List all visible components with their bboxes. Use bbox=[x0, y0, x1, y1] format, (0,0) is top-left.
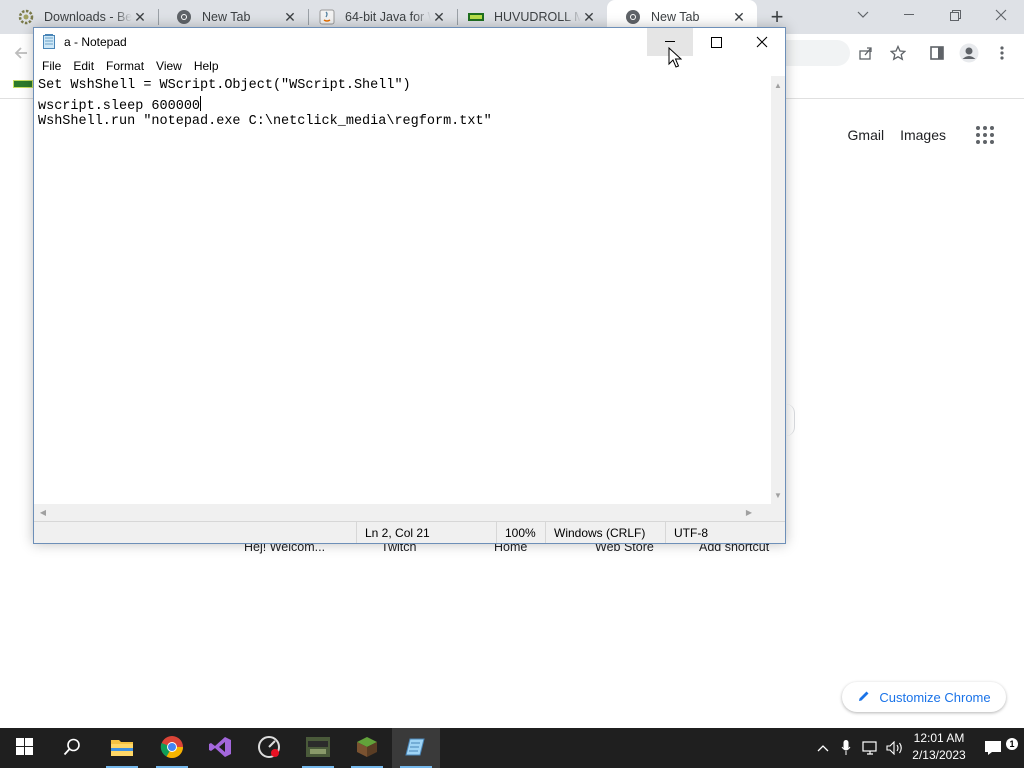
start-button[interactable] bbox=[0, 728, 48, 768]
share-icon[interactable] bbox=[855, 42, 877, 64]
close-button[interactable] bbox=[739, 28, 785, 56]
close-icon[interactable]: ✕ bbox=[132, 9, 148, 25]
images-link[interactable]: Images bbox=[900, 127, 946, 143]
clock-time: 12:01 AM bbox=[913, 731, 965, 745]
system-clock[interactable]: 12:01 AM 2/13/2023 bbox=[906, 730, 972, 766]
menu-format[interactable]: Format bbox=[100, 59, 150, 73]
taskbar-chrome[interactable] bbox=[148, 728, 196, 768]
menu-file[interactable]: File bbox=[36, 59, 67, 73]
search-box-edge bbox=[786, 404, 795, 436]
volume-icon[interactable] bbox=[885, 738, 905, 758]
bookmark-favicon-icon[interactable] bbox=[13, 80, 33, 88]
scroll-right-icon[interactable]: ▶ bbox=[743, 506, 755, 518]
text-line-with-caret: wscript.sleep 600000 bbox=[38, 96, 202, 114]
tab-title: Downloads - Be bbox=[44, 10, 132, 24]
microphone-icon[interactable] bbox=[836, 738, 856, 758]
taskbar-game[interactable] bbox=[294, 728, 342, 768]
settings-favicon-icon bbox=[18, 9, 34, 25]
chevron-up-icon[interactable] bbox=[813, 738, 833, 758]
taskbar-notepad[interactable] bbox=[392, 728, 440, 768]
notepad-window: a - Notepad File Edit Format View Help S… bbox=[33, 27, 786, 544]
horizontal-scrollbar[interactable]: ◀ ▶ bbox=[34, 504, 771, 521]
window-title: a - Notepad bbox=[64, 35, 127, 49]
side-panel-icon[interactable] bbox=[926, 42, 948, 64]
tab-title: New Tab bbox=[202, 10, 251, 24]
notifications-icon[interactable] bbox=[983, 738, 1003, 758]
file-explorer-icon bbox=[110, 737, 134, 760]
status-zoom: 100% bbox=[496, 522, 545, 543]
status-line-ending: Windows (CRLF) bbox=[545, 522, 665, 543]
scroll-up-icon[interactable]: ▲ bbox=[772, 79, 784, 91]
notepad-app-icon bbox=[43, 34, 56, 49]
menu-help[interactable]: Help bbox=[188, 59, 225, 73]
network-icon[interactable] bbox=[861, 738, 881, 758]
windows-start-icon bbox=[15, 738, 33, 758]
menu-edit[interactable]: Edit bbox=[67, 59, 100, 73]
taskbar: 12:01 AM 2/13/2023 1 bbox=[0, 728, 1024, 768]
restore-icon[interactable] bbox=[932, 0, 978, 30]
text-editor[interactable]: Set WshShell = WScript.Object("WScript.S… bbox=[34, 76, 771, 504]
close-icon[interactable]: ✕ bbox=[431, 9, 447, 25]
back-arrow-icon[interactable] bbox=[10, 42, 32, 64]
status-bar: Ln 2, Col 21 100% Windows (CRLF) UTF-8 bbox=[34, 521, 785, 543]
close-icon[interactable]: ✕ bbox=[581, 9, 597, 25]
vertical-scrollbar[interactable]: ▲ ▼ bbox=[771, 76, 785, 504]
bookmark-star-icon[interactable] bbox=[887, 42, 909, 64]
notification-count-badge: 1 bbox=[1006, 738, 1018, 750]
text-line: WshShell.run "notepad.exe C:\netclick_me… bbox=[38, 114, 492, 129]
minimize-icon[interactable] bbox=[886, 0, 932, 30]
visual-studio-icon bbox=[208, 735, 232, 762]
text-line: Set WshShell = WScript.Object("WScript.S… bbox=[38, 78, 411, 93]
clock-date: 2/13/2023 bbox=[912, 748, 966, 762]
pencil-icon bbox=[857, 689, 871, 706]
recorder-icon bbox=[257, 735, 281, 762]
tab-search-chevron-icon[interactable] bbox=[840, 0, 886, 30]
taskbar-search[interactable] bbox=[48, 728, 96, 768]
scroll-down-icon[interactable]: ▼ bbox=[772, 489, 784, 501]
close-icon[interactable] bbox=[978, 0, 1024, 30]
minecraft-icon bbox=[356, 736, 378, 761]
customize-chrome-button[interactable]: Customize Chrome bbox=[842, 682, 1006, 712]
text-line: wscript.sleep 600000 bbox=[38, 99, 201, 114]
apps-grid-icon[interactable] bbox=[976, 126, 994, 144]
chrome-favicon-icon bbox=[625, 9, 641, 25]
notepad-icon bbox=[405, 736, 427, 761]
size-grip[interactable] bbox=[771, 504, 785, 521]
scroll-left-icon[interactable]: ◀ bbox=[37, 506, 49, 518]
taskbar-recorder[interactable] bbox=[245, 728, 293, 768]
taskbar-minecraft[interactable] bbox=[343, 728, 391, 768]
tab-title: HUVUDROLL M bbox=[494, 10, 581, 24]
address-bar[interactable] bbox=[780, 40, 850, 66]
search-icon bbox=[63, 738, 81, 759]
game-icon bbox=[305, 735, 331, 762]
taskbar-file-explorer[interactable] bbox=[98, 728, 146, 768]
menu-view[interactable]: View bbox=[150, 59, 188, 73]
ntp-top-links: Gmail Images bbox=[848, 126, 994, 144]
taskbar-visual-studio[interactable] bbox=[196, 728, 244, 768]
close-icon[interactable]: ✕ bbox=[282, 9, 298, 25]
tab-title: 64-bit Java for W bbox=[345, 10, 431, 24]
site-favicon-icon bbox=[468, 9, 484, 25]
chrome-icon bbox=[160, 735, 184, 762]
mouse-cursor-icon bbox=[668, 47, 682, 68]
text-caret bbox=[200, 96, 202, 111]
close-icon[interactable]: ✕ bbox=[731, 9, 747, 25]
status-position: Ln 2, Col 21 bbox=[356, 522, 496, 543]
new-tab-button[interactable]: + bbox=[766, 4, 788, 29]
menu-kebab-icon[interactable] bbox=[991, 42, 1013, 64]
tab-title: New Tab bbox=[651, 10, 700, 24]
customize-chrome-label: Customize Chrome bbox=[879, 689, 991, 705]
profile-avatar-icon[interactable] bbox=[958, 42, 980, 64]
chrome-favicon-icon bbox=[176, 9, 192, 25]
maximize-button[interactable] bbox=[693, 28, 739, 56]
java-favicon-icon bbox=[319, 9, 335, 25]
gmail-link[interactable]: Gmail bbox=[848, 127, 885, 143]
status-encoding: UTF-8 bbox=[665, 522, 785, 543]
